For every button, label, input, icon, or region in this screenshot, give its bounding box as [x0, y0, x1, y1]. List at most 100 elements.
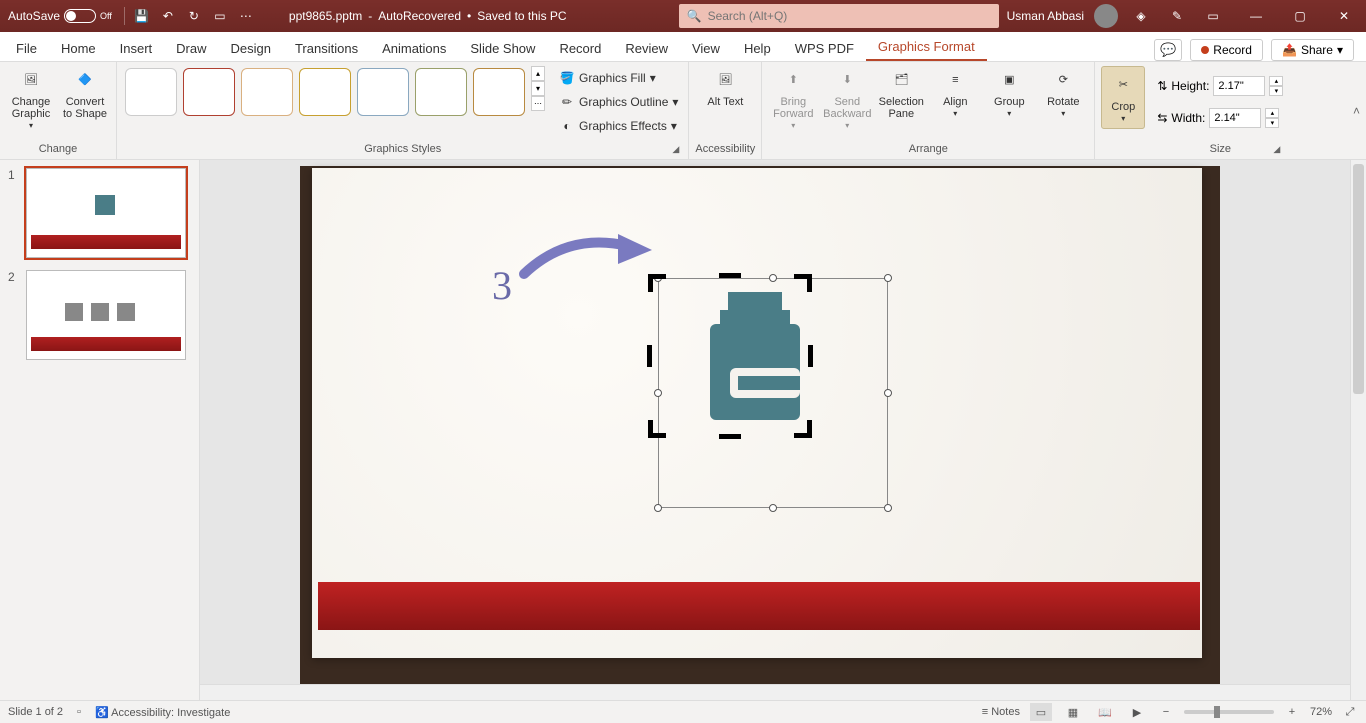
tab-slideshow[interactable]: Slide Show — [458, 36, 547, 61]
slideshow-view-icon[interactable]: ▶ — [1126, 703, 1148, 721]
toggle-switch[interactable] — [64, 9, 96, 23]
change-graphic-button[interactable]: 🖼 Change Graphic ▾ — [6, 66, 56, 131]
tab-view[interactable]: View — [680, 36, 732, 61]
crop-handle-tr[interactable] — [794, 274, 812, 292]
slide-sorter-view-icon[interactable]: ▦ — [1062, 703, 1084, 721]
graphics-effects-button[interactable]: ◐ Graphics Effects ▾ — [555, 114, 682, 138]
width-up-icon[interactable]: ▴ — [1265, 108, 1279, 118]
zoom-slider[interactable] — [1184, 710, 1274, 714]
coming-soon-icon[interactable]: ✎ — [1166, 5, 1188, 27]
style-swatch-2[interactable] — [183, 68, 235, 116]
crop-handle-bottom[interactable] — [719, 434, 741, 439]
collapse-ribbon-icon[interactable]: ˄ — [1353, 104, 1360, 118]
autosave-toggle[interactable]: AutoSave Off — [0, 9, 120, 23]
diamond-icon[interactable]: ◈ — [1130, 5, 1152, 27]
crop-handle-tl[interactable] — [648, 274, 666, 292]
share-button[interactable]: 📤 Share ▾ — [1271, 39, 1354, 61]
gallery-more-icon[interactable]: ⋯ — [531, 96, 545, 111]
notes-button[interactable]: ≡ Notes — [982, 706, 1020, 718]
zoom-slider-thumb[interactable] — [1214, 706, 1220, 718]
crop-handle-top[interactable] — [719, 273, 741, 278]
zoom-in-icon[interactable]: + — [1284, 704, 1300, 720]
alt-text-button[interactable]: 🖼 Alt Text — [700, 66, 750, 108]
crop-button[interactable]: ✂ Crop ▾ — [1101, 66, 1145, 129]
rotate-button[interactable]: ⟳ Rotate ▾ — [1038, 66, 1088, 119]
resize-handle-tr[interactable] — [884, 274, 892, 282]
slide-thumbnails-panel[interactable]: 1 2 — [0, 160, 200, 700]
resize-handle-mr[interactable] — [884, 389, 892, 397]
accessibility-status[interactable]: ♿ Accessibility: Investigate — [95, 706, 230, 719]
height-up-icon[interactable]: ▴ — [1269, 76, 1283, 86]
tab-transitions[interactable]: Transitions — [283, 36, 370, 61]
reading-view-icon[interactable]: 📖 — [1094, 703, 1116, 721]
slideshow-from-start-icon[interactable]: ▭ — [209, 5, 231, 27]
slide-canvas-area[interactable]: 3 — [200, 160, 1366, 700]
tab-help[interactable]: Help — [732, 36, 783, 61]
ribbon-mode-icon[interactable]: ▭ — [1202, 5, 1224, 27]
tab-file[interactable]: File — [4, 36, 49, 61]
maximize-icon[interactable]: ▢ — [1278, 0, 1322, 32]
fit-to-window-icon[interactable]: ⤢ — [1342, 704, 1358, 720]
style-swatch-6[interactable] — [415, 68, 467, 116]
qat-customize-icon[interactable]: ⋯ — [235, 5, 257, 27]
selected-graphic-icon[interactable] — [710, 292, 800, 420]
scrollbar-thumb[interactable] — [1353, 164, 1364, 394]
tab-home[interactable]: Home — [49, 36, 108, 61]
normal-view-icon[interactable]: ▭ — [1030, 703, 1052, 721]
minimize-icon[interactable]: — — [1234, 0, 1278, 32]
tab-wps-pdf[interactable]: WPS PDF — [783, 36, 866, 61]
tab-insert[interactable]: Insert — [108, 36, 165, 61]
convert-to-shape-button[interactable]: 🔷 Convert to Shape — [60, 66, 110, 120]
tab-record[interactable]: Record — [547, 36, 613, 61]
save-icon[interactable]: 💾 — [131, 5, 153, 27]
zoom-level[interactable]: 72% — [1310, 706, 1332, 718]
tab-animations[interactable]: Animations — [370, 36, 458, 61]
tab-graphics-format[interactable]: Graphics Format — [866, 34, 987, 61]
slide[interactable]: 3 — [312, 168, 1202, 658]
group-button[interactable]: ▣ Group ▾ — [984, 66, 1034, 119]
resize-handle-bl[interactable] — [654, 504, 662, 512]
comments-icon[interactable]: 💬 — [1154, 39, 1182, 61]
graphics-outline-button[interactable]: ✏ Graphics Outline ▾ — [555, 90, 682, 114]
style-swatch-5[interactable] — [357, 68, 409, 116]
close-icon[interactable]: ✕ — [1322, 0, 1366, 32]
zoom-out-icon[interactable]: − — [1158, 704, 1174, 720]
size-dialog-launcher-icon[interactable]: ◢ — [1273, 144, 1285, 156]
tab-review[interactable]: Review — [613, 36, 680, 61]
style-swatch-3[interactable] — [241, 68, 293, 116]
undo-icon[interactable]: ↶ — [157, 5, 179, 27]
crop-handle-bl[interactable] — [648, 420, 666, 438]
width-down-icon[interactable]: ▾ — [1265, 118, 1279, 128]
tab-design[interactable]: Design — [219, 36, 283, 61]
height-input[interactable] — [1213, 76, 1265, 96]
search-input[interactable] — [708, 9, 991, 23]
horizontal-scrollbar[interactable] — [200, 684, 1350, 700]
tab-draw[interactable]: Draw — [164, 36, 218, 61]
gallery-up-icon[interactable]: ▴ — [531, 66, 545, 81]
crop-handle-right[interactable] — [808, 345, 813, 367]
graphics-fill-button[interactable]: 🪣 Graphics Fill ▾ — [555, 66, 682, 90]
send-backward-button[interactable]: ⬇ Send Backward ▾ — [822, 66, 872, 131]
search-box[interactable]: 🔍 — [679, 4, 999, 28]
crop-handle-br[interactable] — [794, 420, 812, 438]
slide-indicator[interactable]: Slide 1 of 2 — [8, 706, 63, 718]
style-swatch-4[interactable] — [299, 68, 351, 116]
resize-handle-br[interactable] — [884, 504, 892, 512]
user-avatar-icon[interactable] — [1094, 4, 1118, 28]
crop-handle-left[interactable] — [647, 345, 652, 367]
styles-dialog-launcher-icon[interactable]: ◢ — [672, 144, 684, 156]
vertical-scrollbar[interactable] — [1350, 160, 1366, 700]
style-swatch-1[interactable] — [125, 68, 177, 116]
height-down-icon[interactable]: ▾ — [1269, 86, 1283, 96]
record-button[interactable]: Record — [1190, 39, 1263, 61]
bring-forward-button[interactable]: ⬆ Bring Forward ▾ — [768, 66, 818, 131]
width-input[interactable] — [1209, 108, 1261, 128]
slide-thumbnail-1[interactable] — [26, 168, 186, 258]
redo-icon[interactable]: ↻ — [183, 5, 205, 27]
style-swatch-7[interactable] — [473, 68, 525, 116]
slide-thumbnail-2[interactable] — [26, 270, 186, 360]
align-button[interactable]: ≡ Align ▾ — [930, 66, 980, 119]
gallery-down-icon[interactable]: ▾ — [531, 81, 545, 96]
resize-handle-bm[interactable] — [769, 504, 777, 512]
selection-pane-button[interactable]: 🗂 Selection Pane — [876, 66, 926, 120]
